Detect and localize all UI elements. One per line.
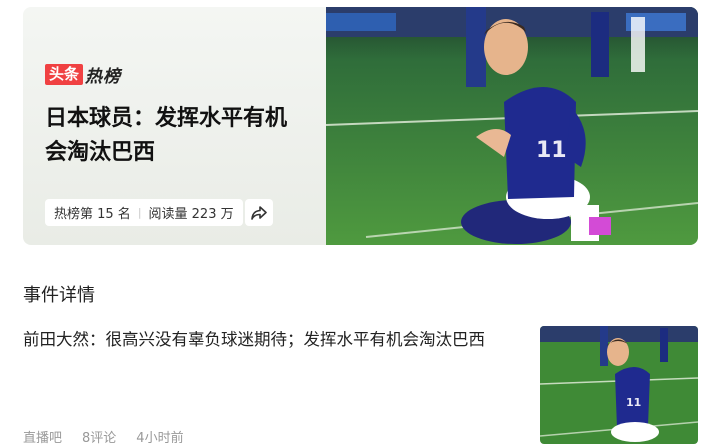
hero-photo: 11	[326, 7, 698, 245]
news-time: 4小时前	[136, 431, 184, 446]
share-button[interactable]	[245, 199, 273, 226]
divider: |	[137, 206, 142, 219]
brand-badge: 头条	[45, 63, 84, 85]
share-icon	[251, 205, 267, 220]
hot-list-card[interactable]: 头条 热榜 日本球员：发挥水平有机会淘汰巴西 热榜第 15 名 | 阅读量 22…	[23, 7, 698, 245]
toutiao-hot-list-logo: 头条 热榜	[45, 63, 122, 87]
brand-text: 热榜	[85, 66, 122, 87]
hot-rank: 热榜第 15 名	[54, 207, 131, 222]
news-comments[interactable]: 8评论	[82, 427, 116, 446]
news-item-title[interactable]: 前田大然：很高兴没有辜负球迷期待；发挥水平有机会淘汰巴西	[23, 327, 518, 353]
svg-text:11: 11	[626, 396, 641, 409]
hero-headline[interactable]: 日本球员：发挥水平有机会淘汰巴西	[45, 102, 305, 170]
svg-text:11: 11	[536, 138, 567, 163]
hot-stats: 热榜第 15 名 | 阅读量 223 万	[45, 199, 243, 226]
section-title: 事件详情	[23, 285, 95, 306]
read-count: 阅读量 223 万	[148, 207, 234, 222]
news-source[interactable]: 直播吧	[23, 427, 62, 446]
news-item-meta: 直播吧 8评论 4小时前	[23, 427, 204, 446]
news-thumbnail[interactable]: 11	[540, 326, 698, 444]
